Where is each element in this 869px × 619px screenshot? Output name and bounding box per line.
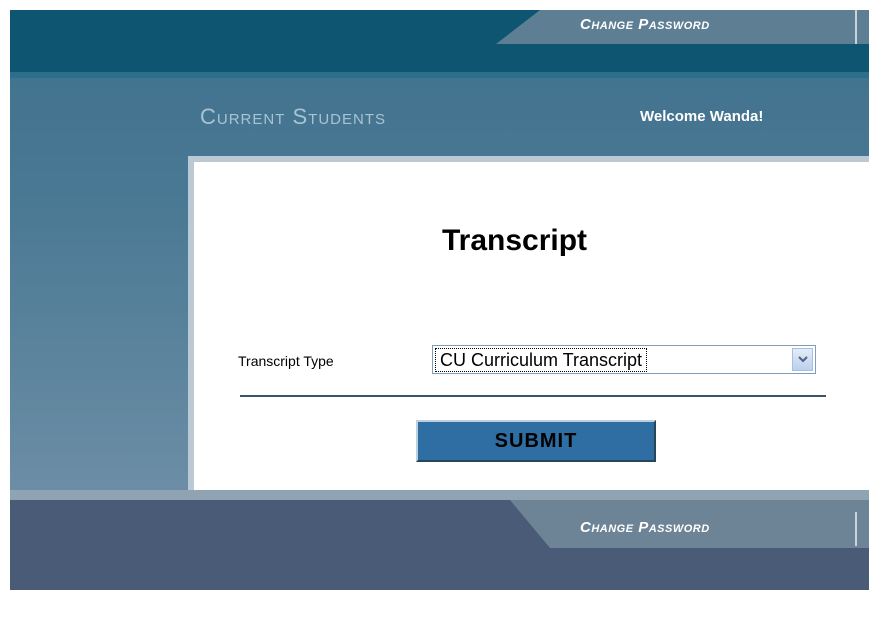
top-tab-separator [855,10,857,44]
chevron-down-icon[interactable] [792,348,813,371]
bottom-bar-stripe [10,490,869,500]
transcript-type-select[interactable]: CU Curriculum Transcript [432,345,816,374]
form-divider [240,395,826,397]
bottom-tab-separator [855,512,857,546]
transcript-type-value: CU Curriculum Transcript [435,348,648,372]
change-password-link-top[interactable]: Change Password [580,16,710,33]
page-title: Transcript [442,224,588,257]
submit-button[interactable]: SUBMIT [416,420,656,462]
page-frame: Change Password Current Students Welcome… [10,10,869,590]
change-password-link-bottom[interactable]: Change Password [580,519,710,536]
transcript-card: Transcript Transcript Type CU Curriculum… [188,156,869,496]
welcome-message: Welcome Wanda! [640,108,764,125]
transcript-type-label: Transcript Type [238,353,334,369]
section-title: Current Students [200,104,387,129]
